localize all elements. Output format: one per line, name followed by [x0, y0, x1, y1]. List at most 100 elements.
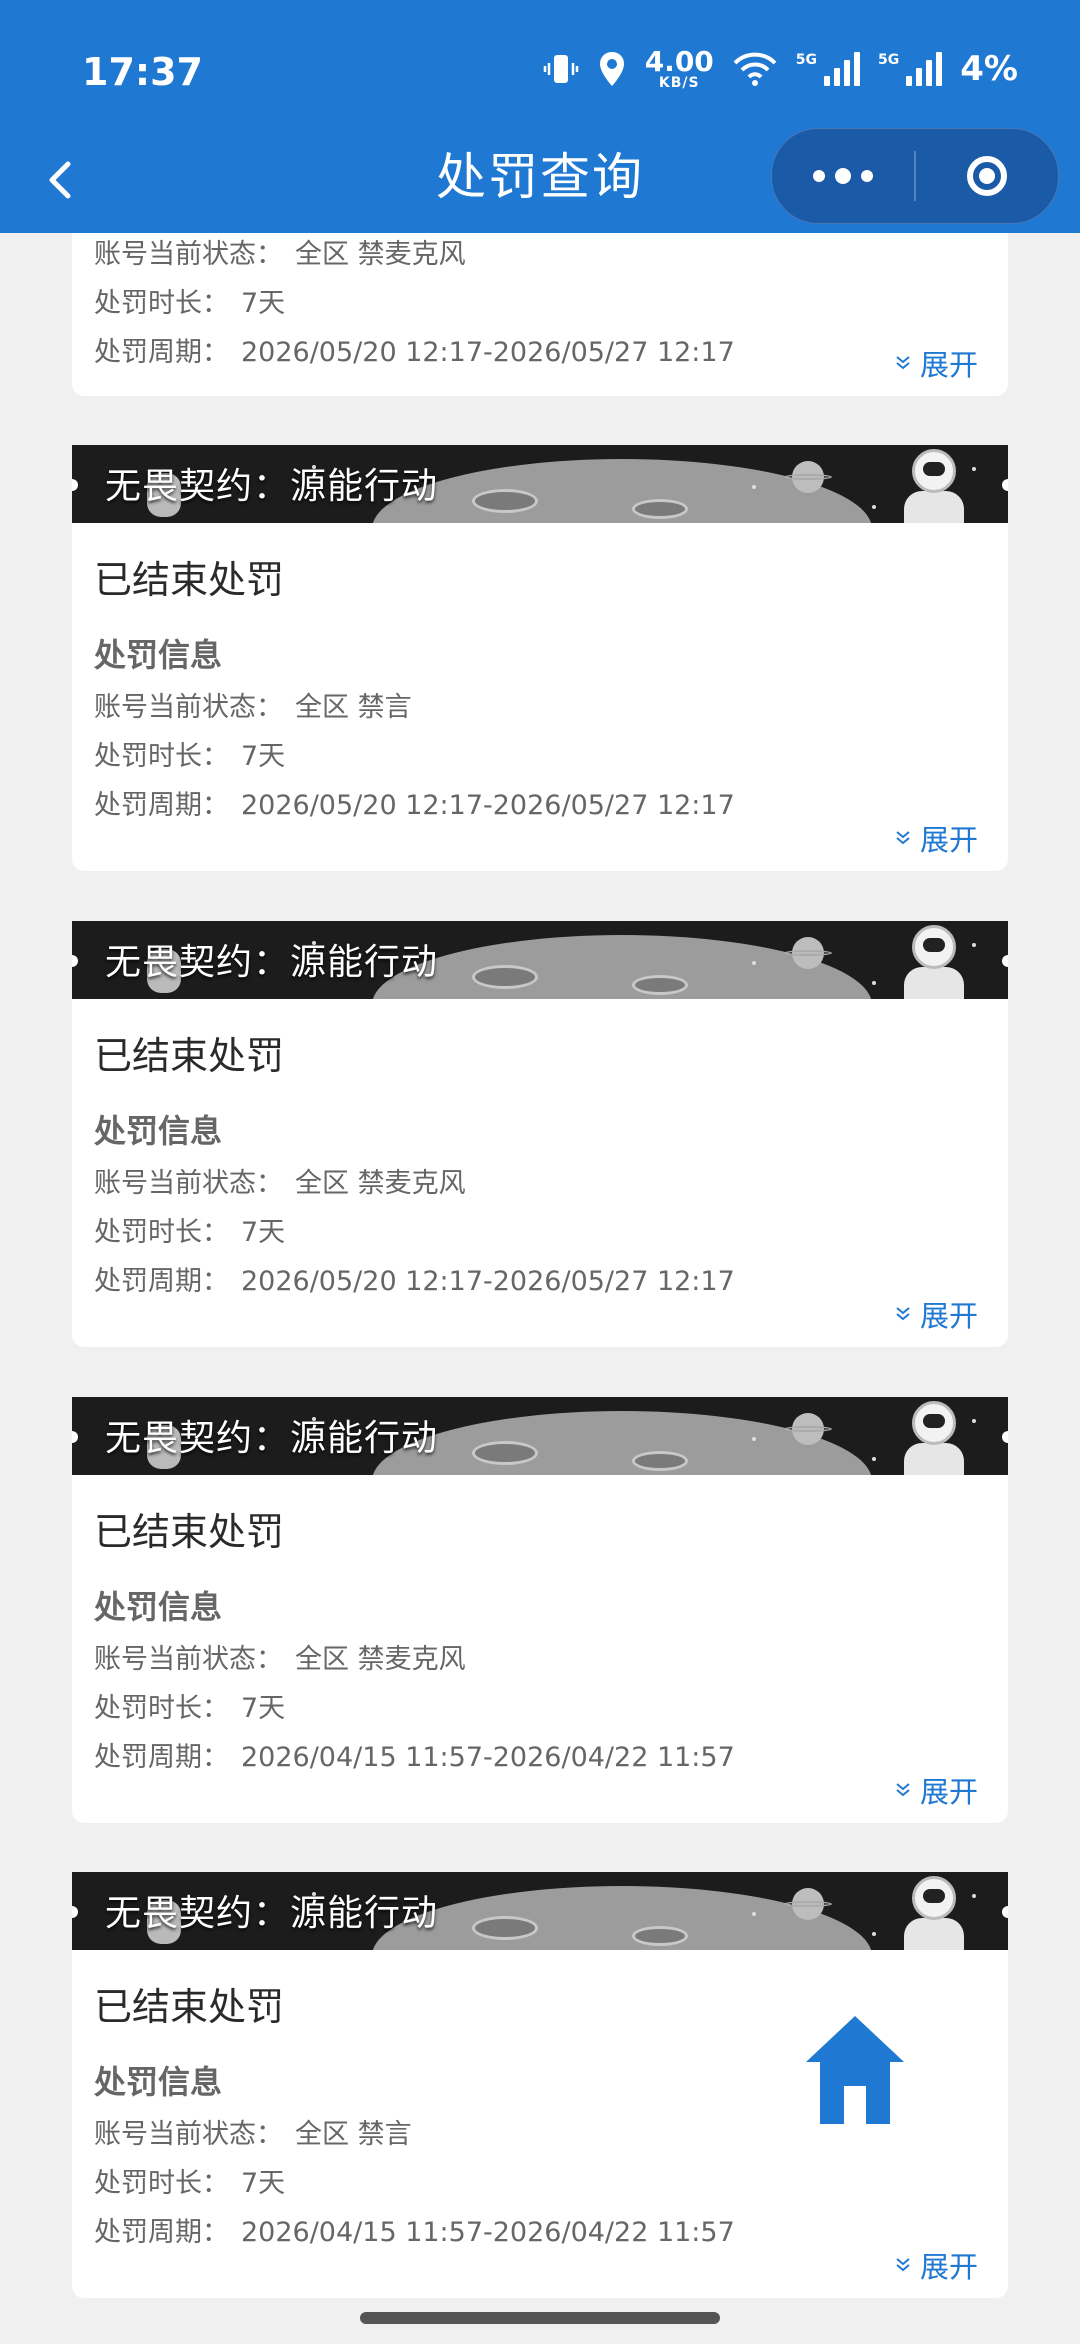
expand-label: 展开	[919, 823, 978, 857]
duration-row: 处罚时长： 7天	[94, 1208, 986, 1257]
dot-icon	[813, 170, 825, 182]
astronaut-graphic	[912, 1401, 956, 1445]
game-banner: 无畏契约：源能行动	[72, 1872, 1008, 1950]
duration-row: 处罚时长： 7天	[94, 2159, 986, 2208]
status-row: 账号当前状态： 全区 禁麦克风	[94, 1635, 986, 1684]
expand-button[interactable]: 展开	[894, 1769, 978, 1811]
period-label: 处罚周期：	[94, 1742, 229, 1773]
duration-row: 处罚时长： 7天	[94, 1684, 986, 1733]
period-row: 处罚周期： 2026/05/20 12:17-2026/05/27 12:17	[94, 1257, 986, 1306]
status-row: 账号当前状态： 全区 禁麦克风	[94, 1159, 986, 1208]
duration-label: 处罚时长：	[94, 2168, 229, 2199]
game-banner: 无畏契约：源能行动	[72, 445, 1008, 523]
signal-icon-1: 5G	[796, 52, 861, 86]
dot-icon	[861, 170, 873, 182]
network-speed: 4.00 KB/S	[644, 45, 714, 91]
planet-graphic	[784, 1888, 832, 1920]
status-label: 账号当前状态：	[94, 692, 283, 723]
expand-label: 展开	[919, 1299, 978, 1333]
penalty-card: 无畏契约：源能行动 已结束处罚 处罚信息 账号当前状态： 全区 禁麦克风 处罚时长…	[72, 921, 1008, 1347]
wifi-icon	[733, 52, 777, 86]
status-icons: 4.00 KB/S 5G 5G 4%	[543, 48, 1018, 90]
status-row: 账号当前状态： 全区 禁麦克风	[94, 230, 986, 279]
dot-icon	[835, 168, 851, 184]
status-value: 全区 禁麦克风	[295, 239, 466, 270]
period-row: 处罚周期： 2026/04/15 11:57-2026/04/22 11:57	[94, 2208, 986, 2257]
planet-graphic	[784, 937, 832, 969]
speed-unit: KB/S	[658, 75, 700, 91]
period-row: 处罚周期： 2026/05/20 12:17-2026/05/27 12:17	[94, 328, 986, 377]
speed-value: 4.00	[644, 45, 714, 78]
expand-button[interactable]: 展开	[894, 342, 978, 384]
status-value: 全区 禁言	[295, 2119, 412, 2150]
duration-value: 7天	[241, 1693, 286, 1724]
duration-label: 处罚时长：	[94, 1217, 229, 1248]
expand-button[interactable]: 展开	[894, 2244, 978, 2286]
double-chevron-down-icon	[896, 831, 910, 845]
app-header: 17:37 4.00 KB/S 5G 5G 4% 处罚查询	[0, 0, 1080, 233]
period-row: 处罚周期： 2026/04/15 11:57-2026/04/22 11:57	[94, 1733, 986, 1782]
game-banner: 无畏契约：源能行动	[72, 921, 1008, 999]
double-chevron-down-icon	[896, 356, 910, 370]
expand-button[interactable]: 展开	[894, 817, 978, 859]
duration-row: 处罚时长： 7天	[94, 279, 986, 328]
status-label: 账号当前状态：	[94, 1168, 283, 1199]
double-chevron-down-icon	[896, 2258, 910, 2272]
section-title: 处罚信息	[94, 1112, 223, 1150]
period-value: 2026/05/20 12:17-2026/05/27 12:17	[241, 1266, 735, 1297]
location-icon	[599, 52, 624, 86]
status-bar: 17:37 4.00 KB/S 5G 5G 4%	[0, 0, 1080, 140]
duration-value: 7天	[241, 741, 286, 772]
status-row: 账号当前状态： 全区 禁言	[94, 683, 986, 732]
period-label: 处罚周期：	[94, 337, 229, 368]
double-chevron-down-icon	[896, 1307, 910, 1321]
close-miniprogram-button[interactable]	[916, 129, 1058, 223]
period-value: 2026/04/15 11:57-2026/04/22 11:57	[241, 2217, 735, 2248]
status-value: 全区 禁麦克风	[295, 1168, 466, 1199]
astronaut-graphic	[912, 1876, 956, 1920]
period-row: 处罚周期： 2026/05/20 12:17-2026/05/27 12:17	[94, 781, 986, 830]
duration-label: 处罚时长：	[94, 1693, 229, 1724]
game-name: 无畏契约：源能行动	[105, 1418, 439, 1459]
period-label: 处罚周期：	[94, 790, 229, 821]
duration-label: 处罚时长：	[94, 288, 229, 319]
expand-label: 展开	[919, 1775, 978, 1809]
home-indicator	[360, 2312, 720, 2324]
double-chevron-down-icon	[896, 1783, 910, 1797]
period-value: 2026/05/20 12:17-2026/05/27 12:17	[241, 790, 735, 821]
status-label: 账号当前状态：	[94, 239, 283, 270]
duration-value: 7天	[241, 288, 286, 319]
period-label: 处罚周期：	[94, 1266, 229, 1297]
penalty-card: 无畏契约：源能行动 已结束处罚 处罚信息 账号当前状态： 全区 禁言 处罚时长： 7…	[72, 445, 1008, 871]
astronaut-graphic	[912, 925, 956, 969]
expand-label: 展开	[919, 2250, 978, 2284]
battery-level: 4%	[960, 49, 1018, 89]
expand-label: 展开	[919, 348, 978, 382]
status-label: 账号当前状态：	[94, 1644, 283, 1675]
status-value: 全区 禁麦克风	[295, 1644, 466, 1675]
signal-icon-2: 5G	[878, 52, 943, 86]
card-title: 已结束处罚	[94, 1510, 285, 1554]
period-value: 2026/05/20 12:17-2026/05/27 12:17	[241, 337, 735, 368]
planet-graphic	[784, 1413, 832, 1445]
target-icon	[967, 156, 1007, 196]
duration-label: 处罚时长：	[94, 741, 229, 772]
network-type-2: 5G	[878, 52, 900, 68]
more-button[interactable]	[772, 129, 914, 223]
home-icon	[806, 2016, 904, 2124]
status-time: 17:37	[82, 50, 203, 94]
planet-graphic	[784, 461, 832, 493]
card-title: 已结束处罚	[94, 1034, 285, 1078]
period-value: 2026/04/15 11:57-2026/04/22 11:57	[241, 1742, 735, 1773]
home-button[interactable]	[800, 2010, 910, 2128]
game-name: 无畏契约：源能行动	[105, 466, 439, 507]
status-value: 全区 禁言	[295, 692, 412, 723]
game-name: 无畏契约：源能行动	[105, 942, 439, 983]
status-label: 账号当前状态：	[94, 2119, 283, 2150]
duration-value: 7天	[241, 1217, 286, 1248]
period-label: 处罚周期：	[94, 2217, 229, 2248]
navigation-bar: 处罚查询	[0, 128, 1080, 233]
expand-button[interactable]: 展开	[894, 1293, 978, 1335]
astronaut-graphic	[912, 449, 956, 493]
miniprogram-capsule	[771, 128, 1059, 224]
